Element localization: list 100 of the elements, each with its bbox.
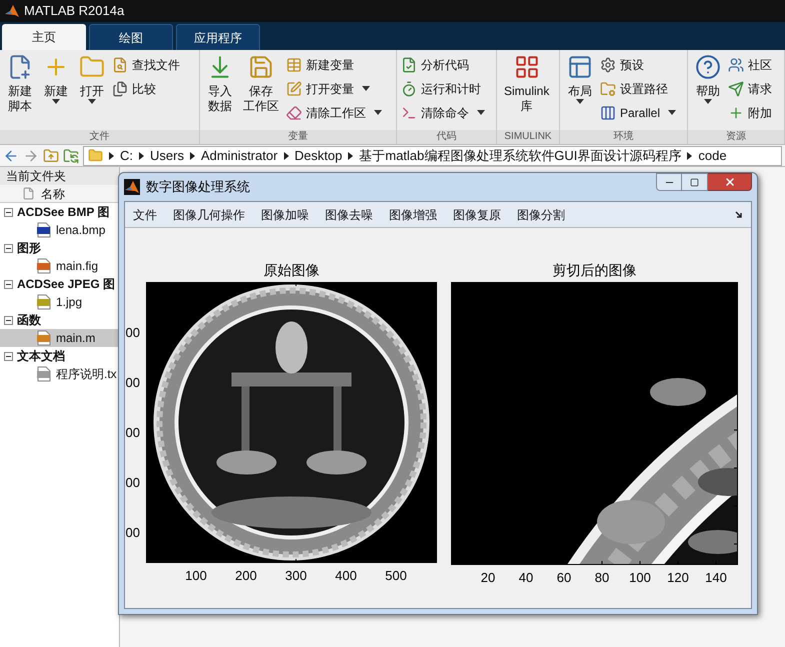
close-button[interactable]: [708, 173, 752, 191]
ribbon-button[interactable]: 帮助: [692, 54, 724, 130]
path-segment[interactable]: Desktop: [294, 146, 342, 164]
matlab-logo-icon: [4, 3, 20, 19]
separator-icon: [190, 152, 195, 160]
maximize-button[interactable]: [682, 173, 708, 191]
ribbon-button[interactable]: 新建 脚本: [4, 54, 36, 130]
ribbon-small-button[interactable]: 请求: [728, 78, 772, 99]
figure-title: 数字图像处理系统: [146, 178, 251, 196]
collapse-icon[interactable]: [4, 244, 13, 252]
ribbon-group-label: 代码: [397, 130, 496, 144]
separator-icon: [687, 152, 692, 160]
collapse-icon[interactable]: [4, 208, 13, 216]
tick-label: 60: [556, 571, 572, 585]
ribbon-small-button[interactable]: Parallel: [600, 102, 676, 123]
tick-label: 00: [126, 376, 140, 390]
file-item[interactable]: lena.bmp: [0, 221, 119, 239]
menu-item[interactable]: 图像分割: [517, 206, 565, 224]
ribbon-small-button[interactable]: 打开变量: [286, 78, 382, 99]
axes-title: 剪切后的图像: [552, 261, 636, 280]
collapse-icon[interactable]: [4, 280, 13, 288]
file-icon: [36, 366, 52, 382]
group-label: ACDSee BMP 图: [17, 204, 110, 221]
ribbon-button-icon: [600, 56, 616, 72]
ribbon-button[interactable]: 布局: [564, 54, 596, 130]
path-segment[interactable]: 基于matlab编程图像处理系统软件GUI界面设计源码程序: [359, 146, 682, 164]
menu-item[interactable]: 图像去噪: [325, 206, 373, 224]
panel-title: 当前文件夹: [0, 167, 119, 185]
tick-label: 500: [385, 569, 407, 583]
menu-item[interactable]: 图像加噪: [261, 206, 309, 224]
ribbon-small-button[interactable]: 清除工作区: [286, 102, 382, 123]
file-icon: [36, 222, 52, 238]
tick-label: 200: [235, 569, 257, 583]
ribbon-small-button[interactable]: 附加: [728, 102, 772, 123]
ribbon-button[interactable]: 新建: [40, 54, 72, 130]
ribbon-small-button[interactable]: 比较: [112, 78, 180, 99]
ribbon-button-icon: [248, 54, 274, 80]
menu-item[interactable]: 图像复原: [453, 206, 501, 224]
ribbon-button[interactable]: Simulink 库: [501, 54, 552, 130]
ribbon-small-button[interactable]: 设置路径: [600, 78, 676, 99]
ribbon-button-icon: [112, 80, 128, 96]
file-icon: [36, 258, 52, 274]
ribbon-button[interactable]: 导入 数据: [204, 54, 236, 130]
ribbon-small-button[interactable]: 社区: [728, 54, 772, 75]
ribbon-button-icon: [600, 80, 616, 96]
menu-item[interactable]: 文件: [133, 206, 157, 224]
separator-icon: [139, 152, 144, 160]
address-bar[interactable]: C: Users Administrator Desktop 基于matlab编程图像处理系统软件GUI界面设计源码程序 code: [83, 146, 782, 166]
tick-label: 00: [126, 326, 140, 340]
ribbon-button-icon: [112, 56, 128, 72]
file-item[interactable]: 程序说明.tx: [0, 365, 119, 383]
tick-label: 100: [185, 569, 207, 583]
file-item[interactable]: main.m: [0, 329, 119, 347]
ribbon-group-label: 资源: [688, 130, 784, 144]
toolbar-toggle-icon[interactable]: [735, 210, 743, 218]
path-segment[interactable]: C:: [120, 146, 133, 164]
collapse-icon[interactable]: [4, 352, 13, 360]
ribbon-button-icon: [286, 104, 302, 120]
ribbon-small-button[interactable]: 预设: [600, 54, 676, 75]
file-item[interactable]: main.fig: [0, 257, 119, 275]
ribbon-small-button[interactable]: 分析代码: [401, 54, 485, 75]
ribbon-tab[interactable]: 应用程序: [176, 24, 260, 50]
folder-icon: [88, 148, 103, 163]
ribbon-button-icon: [728, 56, 744, 72]
ribbon-button-icon: [514, 54, 540, 80]
file-icon: [36, 330, 52, 346]
ribbon-button[interactable]: 打开: [76, 54, 108, 130]
back-icon[interactable]: [3, 148, 19, 164]
ribbon-small-button[interactable]: 运行和计时: [401, 78, 485, 99]
path-segment[interactable]: code: [698, 146, 727, 164]
separator-icon: [284, 152, 289, 160]
path-segment[interactable]: Users: [150, 146, 184, 164]
forward-icon[interactable]: [23, 148, 39, 164]
menu-item[interactable]: 图像增强: [389, 206, 437, 224]
tick-label: 00: [126, 476, 140, 490]
ribbon-tab[interactable]: 主页: [2, 24, 86, 50]
group-label: 函数: [17, 312, 41, 329]
matlab-logo-icon: [124, 179, 140, 195]
window-title: MATLAB R2014a: [24, 2, 124, 20]
menu-item[interactable]: 图像几何操作: [173, 206, 245, 224]
tick-label: 300: [285, 569, 307, 583]
tick-label: 140: [705, 571, 727, 585]
ribbon-button-icon: [695, 54, 721, 80]
folder-up-icon[interactable]: [43, 148, 59, 164]
close-icon: [724, 176, 736, 188]
file-icon: [22, 187, 35, 200]
tick-label: 100: [629, 571, 651, 585]
ribbon-small-button[interactable]: 清除命令: [401, 102, 485, 123]
ribbon-small-button[interactable]: 新建变量: [286, 54, 382, 75]
separator-icon: [109, 152, 114, 160]
ribbon-button-icon: [401, 104, 417, 120]
path-segment[interactable]: Administrator: [200, 146, 278, 164]
folder-browse-icon[interactable]: [63, 148, 79, 164]
ribbon-tab[interactable]: 绘图: [89, 24, 173, 50]
ribbon-small-button[interactable]: 查找文件: [112, 54, 180, 75]
ribbon-button[interactable]: 保存 工作区: [240, 54, 282, 130]
file-item[interactable]: 1.jpg: [0, 293, 119, 311]
ribbon-button-icon: [286, 80, 302, 96]
collapse-icon[interactable]: [4, 316, 13, 324]
separator-icon: [348, 152, 354, 160]
